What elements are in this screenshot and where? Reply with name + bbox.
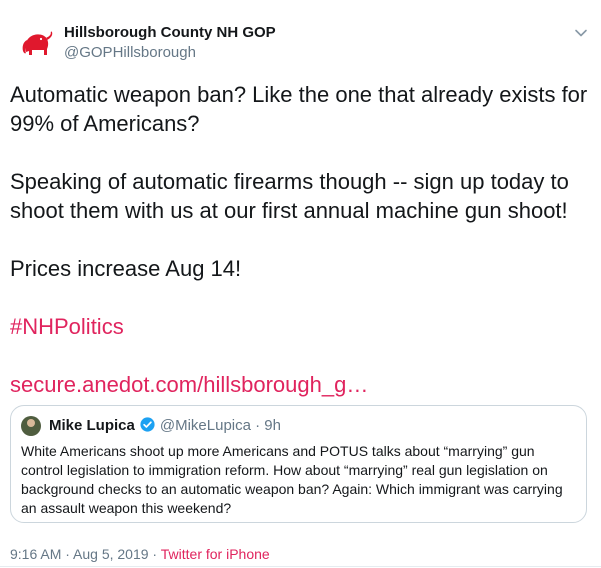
tweet-card: Hillsborough County NH GOP @GOPHillsboro… bbox=[0, 0, 601, 568]
chevron-down-icon[interactable] bbox=[574, 26, 588, 40]
quoted-tweet[interactable]: Mike Lupica @MikeLupica · 9h White Ameri… bbox=[10, 405, 587, 523]
quoted-author-name: Mike Lupica bbox=[49, 417, 135, 434]
author-handle[interactable]: @GOPHillsborough bbox=[64, 44, 196, 61]
quoted-text: White Americans shoot up more Americans … bbox=[21, 443, 563, 516]
avatar[interactable] bbox=[14, 24, 58, 68]
hashtag-link[interactable]: #NHPolitics bbox=[10, 312, 590, 341]
external-link[interactable]: secure.anedot.com/hillsborough_g… bbox=[10, 370, 590, 399]
source-link[interactable]: Twitter for iPhone bbox=[161, 546, 270, 562]
tweet-paragraph: Speaking of automatic firearms though --… bbox=[10, 169, 569, 223]
tweet-paragraph: Prices increase Aug 14! bbox=[10, 256, 242, 281]
divider bbox=[0, 566, 601, 567]
timestamp[interactable]: 9:16 AM · Aug 5, 2019 · bbox=[10, 546, 157, 562]
tweet-body: Automatic weapon ban? Like the one that … bbox=[10, 80, 590, 399]
quoted-time: · 9h bbox=[255, 417, 281, 434]
red-elephant-logo-icon bbox=[22, 31, 53, 55]
tweet-paragraph: Automatic weapon ban? Like the one that … bbox=[10, 82, 588, 136]
quoted-author-handle: @MikeLupica bbox=[159, 417, 251, 434]
verified-badge-icon bbox=[140, 417, 155, 432]
author-name[interactable]: Hillsborough County NH GOP bbox=[64, 24, 276, 41]
tweet-meta: 9:16 AM · Aug 5, 2019 · Twitter for iPho… bbox=[10, 546, 270, 562]
quoted-header: Mike Lupica @MikeLupica · 9h bbox=[49, 416, 281, 434]
quoted-avatar bbox=[21, 416, 41, 436]
